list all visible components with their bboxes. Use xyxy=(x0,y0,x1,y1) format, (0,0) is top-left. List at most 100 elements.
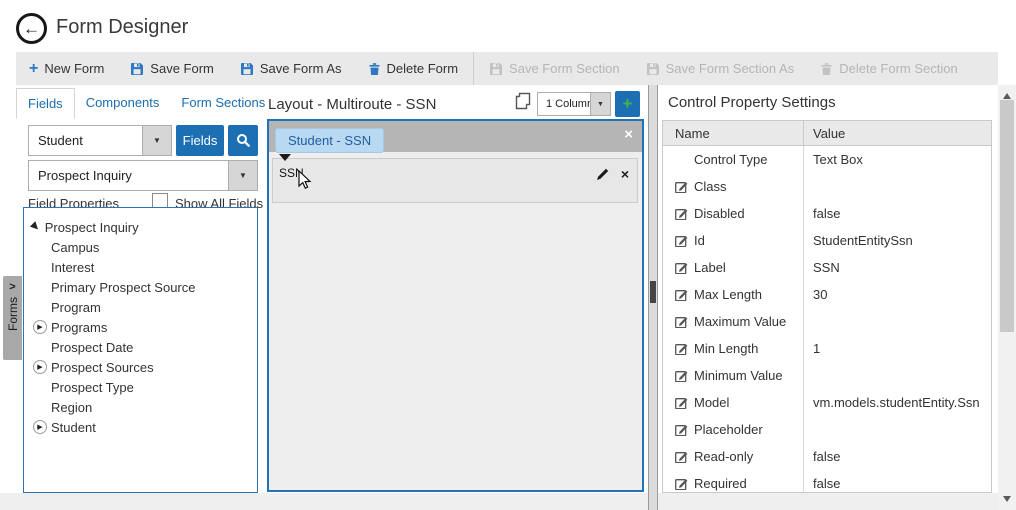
field-tree: ▶ Prospect Inquiry Campus Interest Prima… xyxy=(23,207,258,493)
prop-name: Minimum Value xyxy=(694,368,783,383)
edit-icon[interactable] xyxy=(675,261,688,274)
chevron-down-icon[interactable]: ▼ xyxy=(228,161,257,190)
save-form-label: Save Form xyxy=(150,61,214,76)
chevron-right-icon: > xyxy=(9,281,15,293)
tree-item-primary-prospect-source[interactable]: Primary Prospect Source xyxy=(24,277,257,297)
columns-select-value: 1 Column xyxy=(546,93,593,115)
table-row[interactable]: Disabled false xyxy=(663,200,991,227)
tree-item-student[interactable]: ▶ Student xyxy=(24,417,257,437)
edit-icon[interactable] xyxy=(675,342,688,355)
save-icon xyxy=(240,62,254,76)
prop-name: Label xyxy=(694,260,726,275)
vertical-scrollbar[interactable] xyxy=(998,85,1016,510)
fields-button[interactable]: Fields xyxy=(176,125,224,156)
add-column-button[interactable]: + xyxy=(615,91,640,117)
scroll-up-icon[interactable] xyxy=(1003,93,1011,99)
tab-fields[interactable]: Fields xyxy=(16,88,75,119)
tree-label: Prospect Date xyxy=(51,340,133,355)
forms-side-tab[interactable]: > Forms xyxy=(3,276,22,360)
prop-name: Read-only xyxy=(694,449,753,464)
save-form-section-label: Save Form Section xyxy=(509,61,620,76)
table-row[interactable]: Label SSN xyxy=(663,254,991,281)
edit-icon[interactable] xyxy=(675,207,688,220)
edit-icon[interactable] xyxy=(675,315,688,328)
table-row[interactable]: Min Length 1 xyxy=(663,335,991,362)
prop-name: Disabled xyxy=(694,206,745,221)
middle-scrollbar-thumb[interactable] xyxy=(650,281,656,303)
columns-select[interactable]: 1 Column ▼ xyxy=(537,92,611,116)
prop-name: Class xyxy=(694,179,727,194)
trash-icon xyxy=(820,62,833,76)
save-icon xyxy=(646,62,660,76)
forms-side-tab-label: Forms xyxy=(6,297,20,331)
prop-name: Min Length xyxy=(694,341,758,356)
delete-form-button[interactable]: Delete Form xyxy=(355,52,472,85)
tree-item-prospect-inquiry[interactable]: ▶ Prospect Inquiry xyxy=(24,217,257,237)
table-row[interactable]: Read-only false xyxy=(663,443,991,470)
tab-form-sections[interactable]: Form Sections xyxy=(170,88,276,119)
tree-label: Campus xyxy=(51,240,99,255)
tree-item-prospect-sources[interactable]: ▶ Prospect Sources xyxy=(24,357,257,377)
ssn-field-row[interactable]: SSN × xyxy=(272,158,638,203)
save-form-section-button[interactable]: Save Form Section xyxy=(476,52,633,85)
edit-icon[interactable] xyxy=(675,369,688,382)
caret-expanded-icon[interactable]: ▶ xyxy=(29,221,42,234)
section-close-icon[interactable]: × xyxy=(624,127,633,142)
save-form-as-button[interactable]: Save Form As xyxy=(227,52,355,85)
tree-item-region[interactable]: Region xyxy=(24,397,257,417)
save-form-button[interactable]: Save Form xyxy=(117,52,227,85)
chevron-down-icon[interactable]: ▼ xyxy=(142,126,171,155)
bottom-strip xyxy=(0,493,1016,510)
tree-item-programs[interactable]: ▶ Programs xyxy=(24,317,257,337)
tree-label: Region xyxy=(51,400,92,415)
tree-item-program[interactable]: Program xyxy=(24,297,257,317)
prop-value: 1 xyxy=(803,335,991,362)
remove-field-icon[interactable]: × xyxy=(621,167,629,181)
scrollbar-thumb[interactable] xyxy=(1000,100,1014,332)
tree-label: Primary Prospect Source xyxy=(51,280,196,295)
prop-name: Max Length xyxy=(694,287,762,302)
edit-pencil-icon[interactable] xyxy=(596,167,610,181)
copy-pages-icon[interactable] xyxy=(514,92,532,110)
caret-collapsed-icon[interactable]: ▶ xyxy=(33,320,47,334)
table-row[interactable]: Maximum Value xyxy=(663,308,991,335)
prop-name: Control Type xyxy=(694,152,767,167)
tree-label: Interest xyxy=(51,260,94,275)
edit-icon[interactable] xyxy=(675,234,688,247)
table-row[interactable]: Required false xyxy=(663,470,991,493)
edit-icon[interactable] xyxy=(675,180,688,193)
tree-item-prospect-type[interactable]: Prospect Type xyxy=(24,377,257,397)
tree-item-campus[interactable]: Campus xyxy=(24,237,257,257)
tree-item-prospect-date[interactable]: Prospect Date xyxy=(24,337,257,357)
new-form-button[interactable]: + New Form xyxy=(16,52,117,85)
edit-icon[interactable] xyxy=(675,423,688,436)
table-row[interactable]: Placeholder xyxy=(663,416,991,443)
table-row[interactable]: Model vm.models.studentEntity.Ssn xyxy=(663,389,991,416)
table-row[interactable]: Class xyxy=(663,173,991,200)
caret-collapsed-icon[interactable]: ▶ xyxy=(33,420,47,434)
tree-item-interest[interactable]: Interest xyxy=(24,257,257,277)
delete-form-section-button[interactable]: Delete Form Section xyxy=(807,52,971,85)
edit-icon[interactable] xyxy=(675,288,688,301)
prop-value: 30 xyxy=(803,281,991,308)
middle-scrollbar[interactable] xyxy=(648,85,658,510)
search-button[interactable] xyxy=(228,125,258,156)
chevron-down-icon[interactable]: ▼ xyxy=(590,93,610,115)
edit-icon[interactable] xyxy=(675,396,688,409)
scroll-down-icon[interactable] xyxy=(1003,496,1011,502)
layout-canvas: × Student - SSN SSN × xyxy=(267,119,644,492)
table-row[interactable]: Minimum Value xyxy=(663,362,991,389)
save-form-section-as-button[interactable]: Save Form Section As xyxy=(633,52,808,85)
back-button[interactable]: ← xyxy=(16,13,47,44)
prop-value: StudentEntitySsn xyxy=(803,227,991,254)
entity-select[interactable]: Student ▼ xyxy=(28,125,172,156)
save-form-section-as-label: Save Form Section As xyxy=(666,61,795,76)
edit-icon[interactable] xyxy=(675,477,688,490)
table-row[interactable]: Max Length 30 xyxy=(663,281,991,308)
save-form-as-label: Save Form As xyxy=(260,61,342,76)
form-select[interactable]: Prospect Inquiry ▼ xyxy=(28,160,258,191)
edit-icon[interactable] xyxy=(675,450,688,463)
table-row[interactable]: Id StudentEntitySsn xyxy=(663,227,991,254)
caret-collapsed-icon[interactable]: ▶ xyxy=(33,360,47,374)
tab-components[interactable]: Components xyxy=(75,88,171,119)
